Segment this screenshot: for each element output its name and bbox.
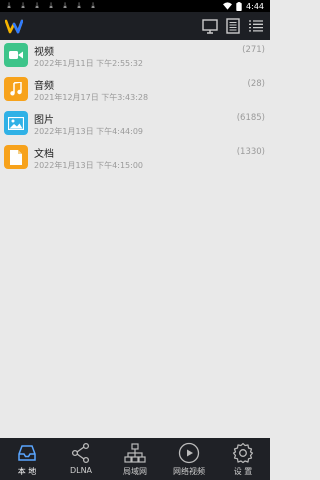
- download-icon: ⤓: [63, 1, 67, 10]
- nav-label: 设 置: [233, 467, 253, 476]
- notification-icons: ⤓ ⤓ ⤓ ⤓ ⤓ ⤓ ⤓: [4, 1, 98, 11]
- item-title: 视频: [34, 47, 54, 58]
- item-count: (6185): [236, 113, 265, 123]
- gear-icon: [232, 442, 254, 464]
- download-icon: ⤓: [21, 1, 25, 10]
- download-icon: ⤓: [91, 1, 95, 10]
- nav-lan[interactable]: 局域网: [108, 438, 162, 480]
- screen-icon[interactable]: [201, 17, 219, 35]
- play-circle-icon: [178, 442, 200, 464]
- app-bar: [0, 12, 270, 40]
- nav-label: DLNA: [69, 466, 93, 475]
- document-icon: [4, 145, 28, 169]
- nav-online-video[interactable]: 网络视频: [162, 438, 216, 480]
- item-date: 2021年12月17日 下午3:43:28: [34, 93, 149, 102]
- status-time: 4:44: [246, 1, 264, 11]
- list-item-video[interactable]: 视频 2022年1月11日 下午2:55:32 (271): [0, 40, 270, 74]
- share-icon: [71, 442, 90, 464]
- list-item-audio[interactable]: 音频 2021年12月17日 下午3:43:28 (28): [0, 74, 270, 108]
- item-date: 2022年1月11日 下午2:55:32: [34, 59, 144, 68]
- nav-dlna[interactable]: DLNA: [54, 438, 108, 480]
- document-list-icon[interactable]: [224, 17, 242, 35]
- list-item-documents[interactable]: 文档 2022年1月13日 下午4:15:00 (1330): [0, 142, 270, 176]
- network-icon: [124, 443, 146, 463]
- image-icon: [4, 111, 28, 135]
- item-title: 文档: [34, 149, 54, 160]
- download-icon: ⤓: [35, 1, 39, 10]
- nav-settings[interactable]: 设 置: [216, 438, 270, 480]
- battery-icon: [236, 1, 242, 11]
- item-count: (1330): [236, 147, 265, 157]
- nav-local[interactable]: 本 地: [0, 438, 54, 480]
- media-list: 视频 2022年1月11日 下午2:55:32 (271) 音频 2021年12…: [0, 40, 270, 176]
- download-icon: ⤓: [7, 1, 11, 10]
- bottom-navigation: 本 地 DLNA 局域网 网络视频 设 置: [0, 438, 270, 480]
- item-date: 2022年1月13日 下午4:15:00: [34, 161, 144, 170]
- app-logo: [5, 19, 23, 34]
- item-title: 音频: [34, 81, 54, 92]
- nav-label: 局域网: [123, 467, 147, 476]
- status-bar: ⤓ ⤓ ⤓ ⤓ ⤓ ⤓ ⤓ 4:44: [0, 0, 270, 12]
- inbox-tray-icon: [18, 445, 36, 461]
- list-item-images[interactable]: 图片 2022年1月13日 下午4:44:09 (6185): [0, 108, 270, 142]
- music-note-icon: [4, 77, 28, 101]
- nav-label: 本 地: [17, 467, 37, 476]
- item-count: (28): [247, 79, 265, 89]
- menu-list-icon[interactable]: [247, 17, 265, 35]
- download-icon: ⤓: [49, 1, 53, 10]
- item-title: 图片: [34, 115, 54, 126]
- nav-label: 网络视频: [173, 467, 205, 476]
- download-icon: ⤓: [77, 1, 81, 10]
- item-date: 2022年1月13日 下午4:44:09: [34, 127, 144, 136]
- video-camera-icon: [4, 43, 28, 67]
- wifi-icon: [223, 2, 233, 10]
- item-count: (271): [242, 45, 265, 55]
